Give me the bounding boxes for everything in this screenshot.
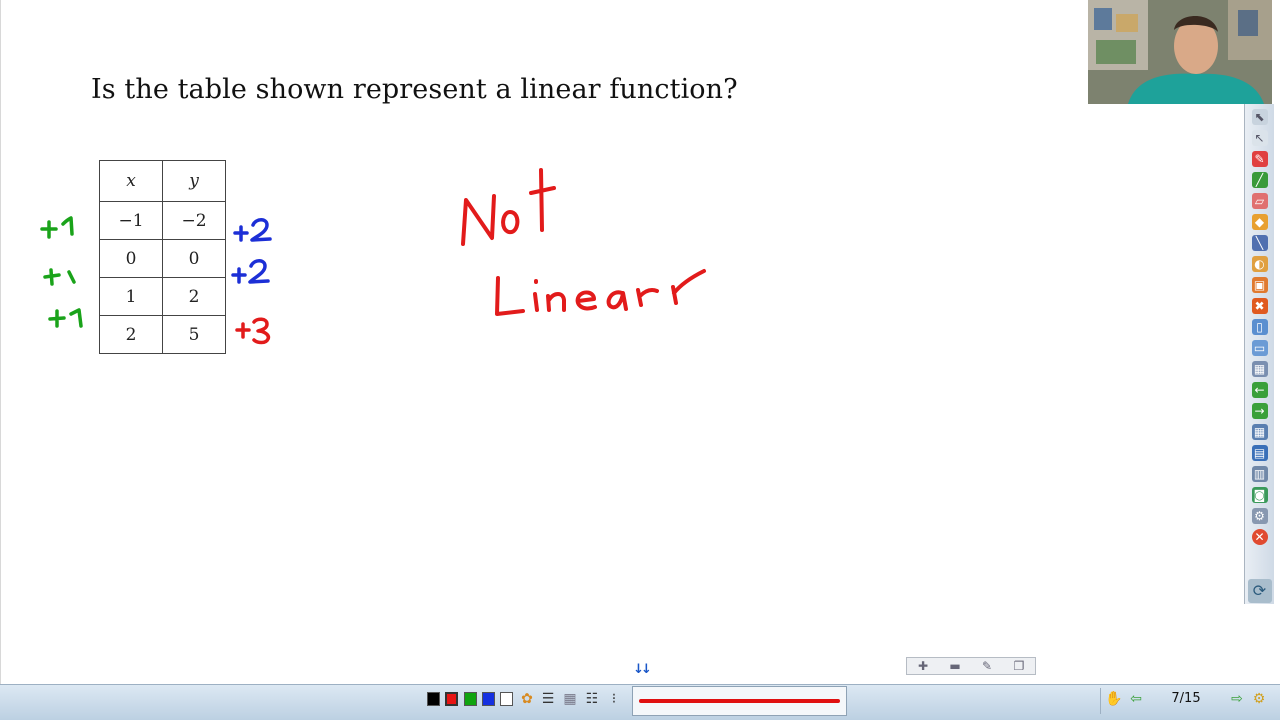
transparency-icon[interactable]: ▦ bbox=[562, 690, 578, 708]
y-diff-annotation-2 bbox=[231, 259, 270, 284]
back-icon[interactable]: ← bbox=[1251, 382, 1268, 398]
zoom-controls: ✚ ▬ ✎ ❐ bbox=[906, 657, 1036, 675]
print-icon[interactable]: ▥ bbox=[1251, 466, 1268, 482]
save-icon[interactable]: ▤ bbox=[1251, 445, 1268, 461]
line-spacing-icon[interactable]: ☷ bbox=[584, 690, 600, 708]
fill-icon[interactable]: ◐ bbox=[1251, 256, 1268, 272]
table-cell: 5 bbox=[162, 315, 226, 354]
screenshot-icon[interactable]: ▦ bbox=[1251, 361, 1268, 377]
x-diff-annotation-1 bbox=[40, 216, 74, 239]
grid-icon[interactable]: ▦ bbox=[1251, 424, 1268, 440]
table-header-row: x y bbox=[99, 160, 226, 202]
expand-toolbar-icon[interactable]: ↓↓ bbox=[630, 661, 652, 679]
conclusion-not-linear bbox=[461, 168, 706, 316]
table-cell: 0 bbox=[99, 239, 163, 278]
table-cell: 2 bbox=[162, 277, 226, 316]
table-header-x: x bbox=[99, 160, 163, 202]
x-diff-annotation-3 bbox=[48, 308, 83, 328]
table-row: −1 −2 bbox=[99, 201, 226, 240]
eraser-icon[interactable]: ▱ bbox=[1251, 193, 1268, 209]
refresh-icon[interactable]: ⟳ bbox=[1247, 579, 1272, 603]
palette-icon[interactable]: ✿ bbox=[519, 690, 535, 708]
table-cell: −2 bbox=[162, 201, 226, 240]
edit-icon[interactable]: ✎ bbox=[979, 659, 995, 673]
zoom-in-icon[interactable]: ✚ bbox=[915, 659, 931, 673]
table-header-y: y bbox=[162, 160, 226, 202]
color-swatch-red[interactable] bbox=[445, 692, 458, 706]
table-cell: 0 bbox=[162, 239, 226, 278]
tools-icon[interactable]: ⚙ bbox=[1251, 508, 1268, 524]
table-row: 2 5 bbox=[99, 315, 226, 354]
copy-page-icon[interactable]: ▭ bbox=[1251, 340, 1268, 356]
next-page-icon[interactable]: ⇨ bbox=[1228, 690, 1246, 708]
right-toolbar: ⬉ ↖ ✎ ╱ ▱ ◆ ╲ ◐ ▣ ✖ ▯ ▭ ▦ ← → ▦ ▤ ▥ ◙ ⚙ … bbox=[1244, 104, 1274, 604]
pointer-icon[interactable]: ↖ bbox=[1251, 130, 1268, 146]
function-table: x y −1 −2 0 0 1 2 2 5 bbox=[99, 160, 226, 354]
webcam-video bbox=[1088, 0, 1272, 104]
line-icon[interactable]: ╲ bbox=[1251, 235, 1268, 251]
close-icon[interactable]: ✕ bbox=[1251, 529, 1268, 545]
color-swatch-black[interactable] bbox=[427, 692, 440, 706]
table-cell: −1 bbox=[99, 201, 163, 240]
color-swatch-white[interactable] bbox=[500, 692, 513, 706]
clear-icon[interactable]: ✖ bbox=[1251, 298, 1268, 314]
question-text: Is the table shown represent a linear fu… bbox=[91, 74, 738, 105]
highlighter-icon[interactable]: ╱ bbox=[1251, 172, 1268, 188]
pen-preview[interactable] bbox=[632, 686, 847, 716]
window-icon[interactable]: ❐ bbox=[1011, 659, 1027, 673]
forward-icon[interactable]: → bbox=[1251, 403, 1268, 419]
previous-page-icon[interactable]: ⇦ bbox=[1127, 690, 1145, 708]
zoom-out-icon[interactable]: ▬ bbox=[947, 659, 963, 673]
table-cell: 2 bbox=[99, 315, 163, 354]
presenter-webcam-image bbox=[1088, 0, 1272, 104]
table-row: 0 0 bbox=[99, 239, 226, 278]
capture-icon[interactable]: ◙ bbox=[1251, 487, 1268, 503]
line-weight-icon[interactable]: ☰ bbox=[540, 690, 556, 708]
table-row: 1 2 bbox=[99, 277, 226, 316]
color-swatch-blue[interactable] bbox=[482, 692, 495, 706]
select-arrow-icon[interactable]: ⬉ bbox=[1251, 109, 1268, 125]
pen-icon[interactable]: ✎ bbox=[1251, 151, 1268, 167]
image-icon[interactable]: ▣ bbox=[1251, 277, 1268, 293]
y-diff-annotation-1 bbox=[233, 218, 272, 242]
dashed-line-icon[interactable]: ⁝ bbox=[606, 690, 622, 708]
toolbar-divider bbox=[1100, 688, 1101, 714]
page-indicator: 7/15 bbox=[1171, 691, 1201, 706]
settings-icon[interactable]: ⚙ bbox=[1250, 690, 1268, 708]
table-cell: 1 bbox=[99, 277, 163, 316]
x-diff-annotation-2 bbox=[43, 268, 76, 286]
color-swatch-green[interactable] bbox=[464, 692, 477, 706]
y-diff-annotation-3 bbox=[235, 317, 271, 345]
new-page-icon[interactable]: ▯ bbox=[1251, 319, 1268, 335]
pen-preview-line bbox=[639, 699, 840, 703]
hand-icon[interactable]: ✋ bbox=[1105, 690, 1123, 708]
shape-icon[interactable]: ◆ bbox=[1251, 214, 1268, 230]
